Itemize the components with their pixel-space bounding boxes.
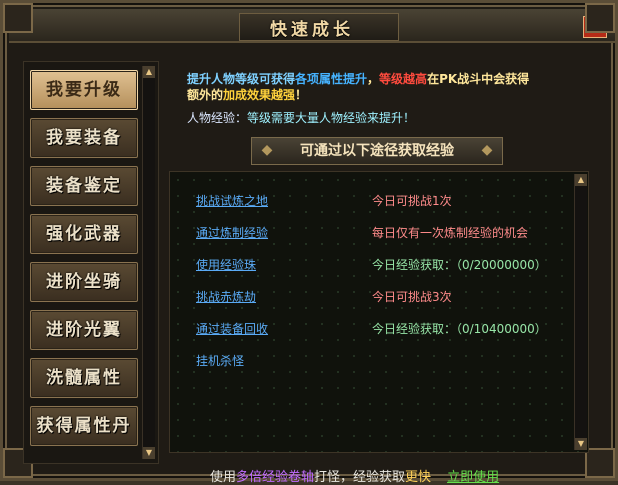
sidebar-item-label: 进阶坐骑 bbox=[46, 272, 122, 292]
corner-ornament-top-right bbox=[585, 3, 615, 33]
use-exp-orb-link[interactable]: 使用经验珠 bbox=[196, 256, 256, 273]
row-info: 今日可挑战1次 bbox=[372, 194, 452, 208]
section-banner: ◆ 可通过以下途径获取经验 ◆ bbox=[251, 137, 503, 165]
scroll-up-icon[interactable]: ▲ bbox=[575, 174, 587, 186]
refine-exp-link[interactable]: 通过炼制经验 bbox=[196, 224, 268, 241]
content-area: 提升人物等级可获得各项属性提升，等级越高在PK战斗中会获得 额外的加成效果越强！… bbox=[169, 61, 599, 485]
sidebar-item-label: 强化武器 bbox=[46, 224, 122, 244]
sidebar: 我要升级 我要装备 装备鉴定 强化武器 进阶坐骑 进阶光翼 洗髓属性 获得属性丹… bbox=[23, 61, 159, 464]
intro-part: 额外的 bbox=[187, 88, 224, 102]
challenge-trial-link[interactable]: 挑战试炼之地 bbox=[196, 192, 268, 209]
sidebar-item-mount-advance[interactable]: 进阶坐骑 bbox=[30, 262, 138, 302]
list-item: 挂机杀怪 bbox=[196, 352, 556, 370]
sidebar-item-level-up[interactable]: 我要升级 bbox=[30, 70, 138, 110]
exp-sources-panel: ▲ ▼ 挑战试炼之地 今日可挑战1次 通过炼制经验 每日仅有一次炼制经验的机会 … bbox=[169, 171, 589, 485]
window-title: 快速成长 bbox=[270, 20, 354, 40]
multiplier-scroll-tip: 使用多倍经验卷轴打怪，经验获取更快 立即使用 bbox=[210, 466, 499, 485]
sidebar-item-label: 进阶光翼 bbox=[46, 320, 122, 340]
sidebar-item-label: 获得属性丹 bbox=[36, 416, 132, 436]
intro-part: 提升人物等级可获得 bbox=[187, 72, 296, 86]
corner-ornament-top-left bbox=[3, 3, 33, 33]
challenge-chilianjie-link[interactable]: 挑战赤炼劫 bbox=[196, 288, 256, 305]
sidebar-item-label: 洗髓属性 bbox=[46, 368, 122, 388]
intro-highlight: 各项属性提升 bbox=[295, 72, 368, 86]
intro-part: 在PK战斗中会获得 bbox=[427, 72, 530, 86]
sidebar-item-label: 我要升级 bbox=[46, 80, 122, 100]
panel-scrollbar[interactable]: ▲ ▼ bbox=[574, 174, 587, 450]
list-item: 使用经验珠 今日经验获取：（0/20000000） bbox=[196, 256, 556, 274]
intro-highlight: 加成效果越强 bbox=[223, 88, 296, 102]
idle-monster-kill-text: 挂机杀怪 bbox=[196, 354, 245, 368]
sidebar-item-refine-attributes[interactable]: 洗髓属性 bbox=[30, 358, 138, 398]
scroll-down-icon[interactable]: ▼ bbox=[575, 438, 587, 450]
row-info: 今日经验获取：（0/10400000） bbox=[372, 322, 547, 336]
sidebar-item-enhance-weapon[interactable]: 强化武器 bbox=[30, 214, 138, 254]
equipment-recycle-link[interactable]: 通过装备回收 bbox=[196, 320, 268, 337]
list-item: 通过装备回收 今日经验获取：（0/10400000） bbox=[196, 320, 556, 338]
row-info: 今日经验获取：（0/20000000） bbox=[372, 258, 547, 272]
sidebar-item-appraise[interactable]: 装备鉴定 bbox=[30, 166, 138, 206]
scroll-down-icon[interactable]: ▼ bbox=[143, 447, 155, 459]
sidebar-item-attribute-pill[interactable]: 获得属性丹 bbox=[30, 406, 138, 446]
tip-highlight: 更快 bbox=[405, 470, 432, 485]
list-item: 挑战赤炼劫 今日可挑战3次 bbox=[196, 288, 556, 306]
list-item: 挑战试炼之地 今日可挑战1次 bbox=[196, 192, 556, 210]
intro-part: ， bbox=[367, 72, 380, 86]
sidebar-scrollbar[interactable]: ▲ ▼ bbox=[142, 66, 155, 459]
banner-ornament-right-icon: ◆ bbox=[481, 142, 493, 158]
exp-value: 等级需要大量人物经验来提升！ bbox=[247, 111, 416, 125]
tip-text: 打怪，经验获取 bbox=[314, 470, 406, 485]
sidebar-item-label: 我要装备 bbox=[46, 128, 122, 148]
tip-text: 使用 bbox=[210, 470, 237, 485]
character-exp-line: 人物经验：等级需要大量人物经验来提升！ bbox=[187, 109, 415, 126]
scroll-up-icon[interactable]: ▲ bbox=[143, 66, 155, 78]
multiplier-scroll-name: 多倍经验卷轴 bbox=[236, 470, 315, 485]
banner-title: 可通过以下途径获取经验 bbox=[300, 143, 454, 159]
sidebar-item-label: 装备鉴定 bbox=[46, 176, 122, 196]
title-bar: 快速成长 X bbox=[9, 9, 615, 43]
quick-growth-window: 快速成长 X 我要升级 我要装备 装备鉴定 强化武器 进阶坐骑 进阶光翼 洗髓属… bbox=[0, 0, 618, 485]
row-info: 每日仅有一次炼制经验的机会 bbox=[372, 226, 529, 240]
intro-text: 提升人物等级可获得各项属性提升，等级越高在PK战斗中会获得 额外的加成效果越强！ bbox=[187, 71, 587, 103]
sidebar-item-wing-advance[interactable]: 进阶光翼 bbox=[30, 310, 138, 350]
intro-part: ！ bbox=[295, 88, 308, 102]
list-item: 通过炼制经验 每日仅有一次炼制经验的机会 bbox=[196, 224, 556, 242]
sidebar-item-equipment[interactable]: 我要装备 bbox=[30, 118, 138, 158]
intro-highlight: 等级越高 bbox=[379, 72, 428, 86]
use-now-link[interactable]: 立即使用 bbox=[447, 470, 499, 485]
banner-ornament-left-icon: ◆ bbox=[261, 142, 273, 158]
row-info: 今日可挑战3次 bbox=[372, 290, 452, 304]
exp-label: 人物经验： bbox=[187, 111, 248, 125]
